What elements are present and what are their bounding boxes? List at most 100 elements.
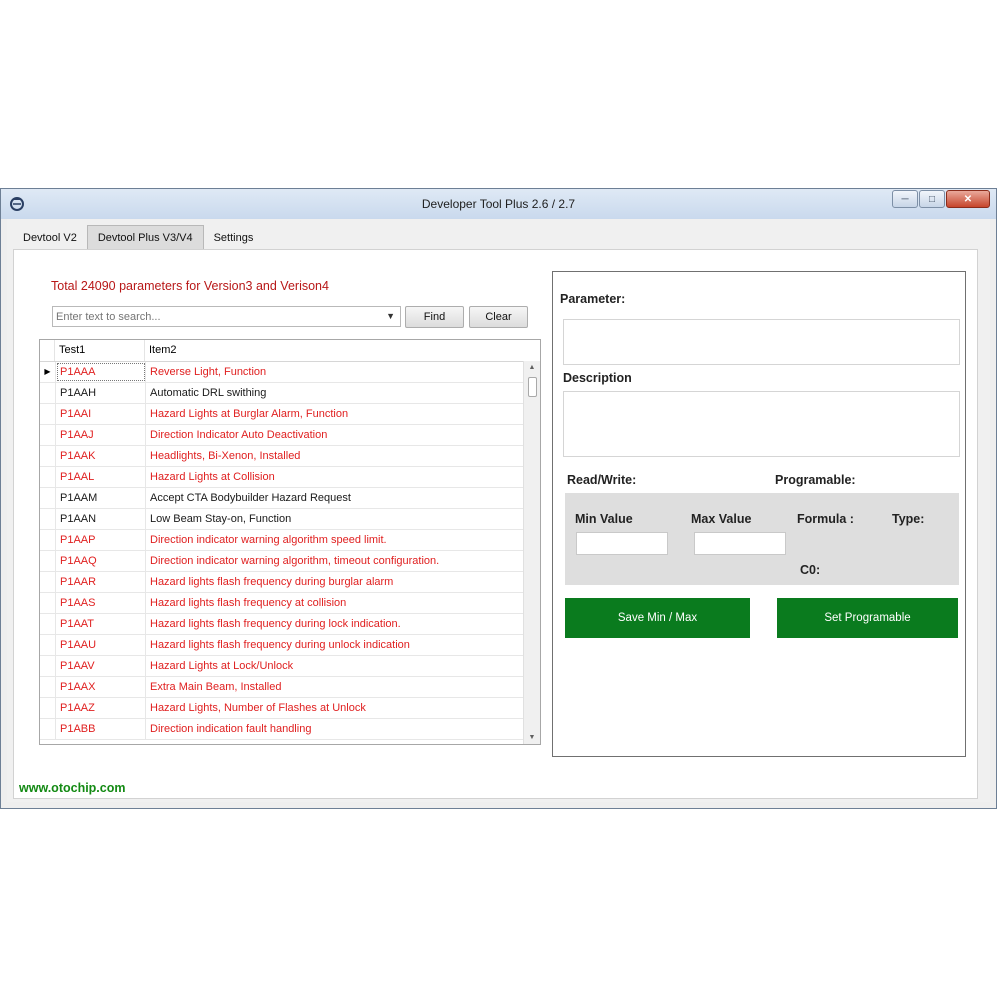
- parameter-code-cell[interactable]: P1ABB: [56, 719, 146, 739]
- max-value-input[interactable]: [694, 532, 786, 555]
- row-header-cell[interactable]: [40, 677, 56, 697]
- parameter-code-cell[interactable]: P1AAH: [56, 383, 146, 403]
- parameter-item-cell[interactable]: Direction indication fault handling: [146, 719, 524, 739]
- min-value-input[interactable]: [576, 532, 668, 555]
- parameter-item-cell[interactable]: Headlights, Bi-Xenon, Installed: [146, 446, 524, 466]
- parameter-item-cell[interactable]: Direction indicator warning algorithm sp…: [146, 530, 524, 550]
- row-header-cell[interactable]: [40, 509, 56, 529]
- close-icon: ✕: [963, 193, 973, 205]
- clear-button[interactable]: Clear: [469, 306, 528, 328]
- scroll-down-icon[interactable]: ▼: [524, 734, 540, 741]
- parameter-code-cell[interactable]: P1AAQ: [56, 551, 146, 571]
- current-row-arrow-icon[interactable]: ▶: [40, 362, 56, 382]
- table-row[interactable]: ▶ P1AAA Reverse Light, Function: [40, 362, 524, 383]
- minimize-button[interactable]: ─: [892, 190, 918, 208]
- row-header-cell[interactable]: [40, 446, 56, 466]
- table-row[interactable]: P1AAR Hazard lights flash frequency durin…: [40, 572, 524, 593]
- close-button[interactable]: ✕: [946, 190, 990, 208]
- parameter-code-cell[interactable]: P1AAR: [56, 572, 146, 592]
- parameter-code-cell[interactable]: P1AAX: [56, 677, 146, 697]
- table-row[interactable]: P1AAJ Direction Indicator Auto Deactivati…: [40, 425, 524, 446]
- column-header-test1[interactable]: Test1: [55, 340, 145, 361]
- parameter-item-cell[interactable]: Low Beam Stay-on, Function: [146, 509, 524, 529]
- parameter-item-cell[interactable]: Automatic DRL swithing: [146, 383, 524, 403]
- parameter-code-cell[interactable]: P1AAT: [56, 614, 146, 634]
- parameter-item-cell[interactable]: Hazard Lights at Burglar Alarm, Function: [146, 404, 524, 424]
- parameter-code-cell[interactable]: P1AAI: [56, 404, 146, 424]
- table-row[interactable]: P1AAM Accept CTA Bodybuilder Hazard Reque…: [40, 488, 524, 509]
- parameter-field[interactable]: [563, 319, 960, 365]
- parameter-code-cell[interactable]: P1AAA: [56, 362, 146, 382]
- set-programable-button[interactable]: Set Programable: [777, 598, 958, 638]
- type-label: Type:: [892, 512, 925, 526]
- parameter-code-cell[interactable]: P1AAM: [56, 488, 146, 508]
- parameter-item-cell[interactable]: Hazard lights flash frequency at collisi…: [146, 593, 524, 613]
- grid-scrollbar[interactable]: ▲ ▼: [523, 361, 540, 744]
- dropdown-arrow-icon[interactable]: ▼: [386, 311, 395, 321]
- parameter-item-cell[interactable]: Extra Main Beam, Installed: [146, 677, 524, 697]
- parameter-item-cell[interactable]: Reverse Light, Function: [146, 362, 524, 382]
- table-row[interactable]: P1AAS Hazard lights flash frequency at co…: [40, 593, 524, 614]
- row-header-cell[interactable]: [40, 593, 56, 613]
- parameter-item-cell[interactable]: Accept CTA Bodybuilder Hazard Request: [146, 488, 524, 508]
- table-row[interactable]: P1AAN Low Beam Stay-on, Function: [40, 509, 524, 530]
- table-row[interactable]: P1AAQ Direction indicator warning algorit…: [40, 551, 524, 572]
- row-header-cell[interactable]: [40, 572, 56, 592]
- parameter-item-cell[interactable]: Hazard lights flash frequency during bur…: [146, 572, 524, 592]
- scroll-thumb[interactable]: [528, 377, 537, 397]
- table-row[interactable]: P1AAT Hazard lights flash frequency durin…: [40, 614, 524, 635]
- parameter-code-cell[interactable]: P1AAL: [56, 467, 146, 487]
- tab-devtool-plus-v3v4[interactable]: Devtool Plus V3/V4: [86, 225, 204, 250]
- column-header-item2[interactable]: Item2: [145, 340, 524, 361]
- tab-settings[interactable]: Settings: [204, 227, 264, 249]
- row-header-cell[interactable]: [40, 635, 56, 655]
- table-row[interactable]: P1ABB Direction indication fault handling: [40, 719, 524, 740]
- parameter-code-cell[interactable]: P1AAK: [56, 446, 146, 466]
- tab-devtool-v2[interactable]: Devtool V2: [13, 227, 87, 249]
- parameter-item-cell[interactable]: Hazard Lights at Lock/Unlock: [146, 656, 524, 676]
- parameters-grid[interactable]: Test1 Item2 ▶ P1AAA Reverse Light, Functio…: [39, 339, 541, 745]
- table-row[interactable]: P1AAL Hazard Lights at Collision: [40, 467, 524, 488]
- parameter-code-cell[interactable]: P1AAZ: [56, 698, 146, 718]
- table-row[interactable]: P1AAU Hazard lights flash frequency durin…: [40, 635, 524, 656]
- parameter-code-cell[interactable]: P1AAP: [56, 530, 146, 550]
- table-row[interactable]: P1AAV Hazard Lights at Lock/Unlock: [40, 656, 524, 677]
- row-header-cell[interactable]: [40, 488, 56, 508]
- table-row[interactable]: P1AAX Extra Main Beam, Installed: [40, 677, 524, 698]
- parameter-item-cell[interactable]: Hazard lights flash frequency during unl…: [146, 635, 524, 655]
- parameter-item-cell[interactable]: Direction indicator warning algorithm, t…: [146, 551, 524, 571]
- row-header-cell[interactable]: [40, 467, 56, 487]
- parameter-code-cell[interactable]: P1AAN: [56, 509, 146, 529]
- search-input[interactable]: [53, 307, 379, 326]
- row-header-cell[interactable]: [40, 425, 56, 445]
- search-combo[interactable]: ▼: [52, 306, 401, 327]
- row-header-cell[interactable]: [40, 383, 56, 403]
- find-button[interactable]: Find: [405, 306, 464, 328]
- row-header-cell[interactable]: [40, 698, 56, 718]
- row-header-cell[interactable]: [40, 530, 56, 550]
- save-min-max-button[interactable]: Save Min / Max: [565, 598, 750, 638]
- row-header-cell[interactable]: [40, 614, 56, 634]
- row-header-cell[interactable]: [40, 404, 56, 424]
- table-row[interactable]: P1AAP Direction indicator warning algorit…: [40, 530, 524, 551]
- parameter-code-cell[interactable]: P1AAJ: [56, 425, 146, 445]
- parameter-code-cell[interactable]: P1AAV: [56, 656, 146, 676]
- parameter-item-cell[interactable]: Hazard Lights at Collision: [146, 467, 524, 487]
- row-header-cell[interactable]: [40, 656, 56, 676]
- grid-rows: ▶ P1AAA Reverse Light, Function P1AAH Automa…: [40, 362, 524, 740]
- description-field[interactable]: [563, 391, 960, 457]
- parameter-code-cell[interactable]: P1AAS: [56, 593, 146, 613]
- row-header-cell[interactable]: [40, 551, 56, 571]
- table-row[interactable]: P1AAZ Hazard Lights, Number of Flashes at…: [40, 698, 524, 719]
- table-row[interactable]: P1AAH Automatic DRL swithing: [40, 383, 524, 404]
- parameter-item-cell[interactable]: Direction Indicator Auto Deactivation: [146, 425, 524, 445]
- maximize-button[interactable]: □: [919, 190, 945, 208]
- website-link[interactable]: www.otochip.com: [19, 781, 125, 795]
- parameter-item-cell[interactable]: Hazard Lights, Number of Flashes at Unlo…: [146, 698, 524, 718]
- scroll-up-icon[interactable]: ▲: [524, 364, 540, 371]
- row-header-cell[interactable]: [40, 719, 56, 739]
- table-row[interactable]: P1AAI Hazard Lights at Burglar Alarm, Fun…: [40, 404, 524, 425]
- parameter-item-cell[interactable]: Hazard lights flash frequency during loc…: [146, 614, 524, 634]
- table-row[interactable]: P1AAK Headlights, Bi-Xenon, Installed: [40, 446, 524, 467]
- parameter-code-cell[interactable]: P1AAU: [56, 635, 146, 655]
